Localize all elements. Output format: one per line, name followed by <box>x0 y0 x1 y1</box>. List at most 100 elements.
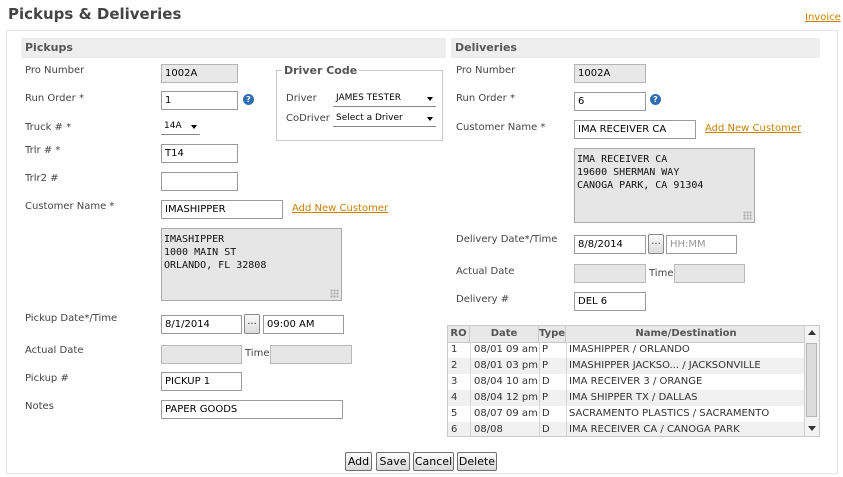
pickup-actual-time-label: Time <box>245 348 270 359</box>
pickup-time-input[interactable]: 09:00 AM <box>263 315 344 334</box>
pickup-customer-name-input[interactable]: IMASHIPPER <box>161 200 283 219</box>
pickup-actual-time-input <box>270 345 352 364</box>
pickup-date-input[interactable]: 8/1/2014 <box>161 315 242 334</box>
column-header-date[interactable]: Date <box>470 326 539 342</box>
table-row[interactable]: 4 08/04 12 pm P IMA SHIPPER TX / DALLAS <box>448 390 806 406</box>
page-title: Pickups & Deliveries <box>8 5 182 23</box>
pickup-address-textarea[interactable]: IMASHIPPER 1000 MAIN ST ORLANDO, FL 3280… <box>161 228 342 301</box>
delivery-address-textarea[interactable]: IMA RECEIVER CA 19600 SHERMAN WAY CANOGA… <box>574 148 755 223</box>
cell-name-destination: IMASHIPPER JACKSO... / JACKSONVILLE <box>569 360 761 371</box>
cell-date: 08/07 09 am <box>474 408 538 419</box>
chevron-down-icon <box>427 97 433 101</box>
delivery-datetime-label: Delivery Date*/Time <box>456 234 558 245</box>
pickup-customer-name-label: Customer Name * <box>25 201 115 212</box>
table-row[interactable]: 6 08/08 D IMA RECEIVER CA / CANOGA PARK <box>448 422 806 436</box>
trlr2-label: Trlr2 # <box>25 173 59 184</box>
deliveries-header: Deliveries <box>451 38 820 58</box>
cell-name-destination: IMA RECEIVER CA / CANOGA PARK <box>569 424 740 435</box>
help-icon[interactable]: ? <box>243 94 254 105</box>
pickup-actual-date-label: Actual Date <box>25 345 84 356</box>
pickup-number-label: Pickup # <box>25 373 69 384</box>
cell-ro: 6 <box>451 424 458 435</box>
trlr-input[interactable]: T14 <box>161 144 238 163</box>
driver-select[interactable]: JAMES TESTER <box>333 91 436 107</box>
delivery-date-input[interactable]: 8/8/2014 <box>574 235 646 254</box>
delivery-pro-number-field: 1002A <box>574 64 646 83</box>
trlr2-input[interactable] <box>161 172 238 191</box>
cell-name-destination: SACRAMENTO PLASTICS / SACRAMENTO <box>569 408 770 419</box>
delivery-time-input[interactable]: HH:MM <box>666 235 737 254</box>
delivery-customer-name-input[interactable]: IMA RECEIVER CA <box>574 120 696 139</box>
cancel-button[interactable]: Cancel <box>413 452 454 471</box>
cell-ro: 3 <box>451 376 458 387</box>
cell-type: P <box>542 344 549 355</box>
table-row[interactable]: 2 08/01 03 pm P IMASHIPPER JACKSO... / J… <box>448 358 806 374</box>
cell-ro: 2 <box>451 360 458 371</box>
trlr-label: Trlr # * <box>25 145 61 156</box>
cell-type: P <box>542 360 549 371</box>
driver-code-legend: Driver Code <box>282 64 360 77</box>
notes-input[interactable]: PAPER GOODS <box>161 400 343 419</box>
stops-table-scrollbar[interactable] <box>804 326 819 436</box>
pickup-actual-date-input <box>161 345 242 364</box>
cell-name-destination: IMA RECEIVER 3 / ORANGE <box>569 376 703 387</box>
pickup-pro-number-field: 1002A <box>161 64 238 83</box>
delivery-number-input[interactable]: DEL 6 <box>574 292 646 311</box>
table-row[interactable]: 3 08/04 10 am D IMA RECEIVER 3 / ORANGE <box>448 374 806 390</box>
delivery-add-new-customer-link[interactable]: Add New Customer <box>705 123 801 134</box>
resize-grip-icon[interactable] <box>743 211 752 220</box>
column-header-name-destination[interactable]: Name/Destination <box>566 326 806 342</box>
delivery-actual-date-input <box>574 264 646 283</box>
delivery-address-text: IMA RECEIVER CA 19600 SHERMAN WAY CANOGA… <box>577 154 704 191</box>
table-row[interactable]: 1 08/01 09 am P IMASHIPPER / ORLANDO <box>448 342 806 358</box>
pickup-date-picker-button[interactable]: ... <box>244 314 260 334</box>
delivery-run-order-input[interactable]: 6 <box>574 92 646 111</box>
chevron-down-icon <box>191 125 197 129</box>
save-button[interactable]: Save <box>376 452 410 471</box>
column-header-type[interactable]: Type <box>539 326 566 342</box>
stops-table-header: RO Date Type Name/Destination <box>448 326 806 343</box>
column-header-ro[interactable]: RO <box>448 326 470 342</box>
pickup-number-input[interactable]: PICKUP 1 <box>161 372 242 391</box>
cell-name-destination: IMASHIPPER / ORLANDO <box>569 344 690 355</box>
table-row[interactable]: 5 08/07 09 am D SACRAMENTO PLASTICS / SA… <box>448 406 806 422</box>
scrollbar-thumb[interactable] <box>806 343 817 417</box>
pickups-header: Pickups <box>21 38 446 58</box>
delete-button[interactable]: Delete <box>457 452 497 471</box>
cell-name-destination: IMA SHIPPER TX / DALLAS <box>569 392 698 403</box>
codriver-label: CoDriver <box>286 113 330 124</box>
column-divider <box>539 342 540 436</box>
truck-select[interactable]: 14A <box>161 119 200 135</box>
help-icon[interactable]: ? <box>650 94 661 105</box>
codriver-select-value: Select a Driver <box>336 113 403 123</box>
delivery-run-order-label: Run Order * <box>456 93 515 104</box>
cell-ro: 4 <box>451 392 458 403</box>
cell-ro: 5 <box>451 408 458 419</box>
driver-label: Driver <box>286 93 317 104</box>
truck-select-value: 14A <box>164 121 182 131</box>
pickup-datetime-label: Pickup Date*/Time <box>25 313 118 324</box>
delivery-pro-number-label: Pro Number <box>456 65 516 76</box>
column-divider <box>470 342 471 436</box>
delivery-customer-name-label: Customer Name * <box>456 122 546 133</box>
resize-grip-icon[interactable] <box>330 289 339 298</box>
cell-date: 08/01 03 pm <box>474 360 538 371</box>
cell-type: D <box>542 376 550 387</box>
pickup-add-new-customer-link[interactable]: Add New Customer <box>292 203 388 214</box>
cell-type: P <box>542 392 549 403</box>
pickup-pro-number-label: Pro Number <box>25 65 85 76</box>
delivery-actual-date-label: Actual Date <box>456 266 515 277</box>
add-button[interactable]: Add <box>345 452 372 471</box>
delivery-date-picker-button[interactable]: ... <box>648 234 664 254</box>
invoice-link[interactable]: Invoice <box>805 12 841 23</box>
column-divider <box>566 342 567 436</box>
codriver-select[interactable]: Select a Driver <box>333 111 436 127</box>
cell-date: 08/01 09 am <box>474 344 538 355</box>
pickup-run-order-input[interactable]: 1 <box>161 91 238 110</box>
scroll-up-icon[interactable] <box>808 330 816 335</box>
driver-select-value: JAMES TESTER <box>336 93 402 103</box>
cell-type: D <box>542 424 550 435</box>
chevron-down-icon <box>427 117 433 121</box>
scroll-down-icon[interactable] <box>808 426 816 431</box>
cell-ro: 1 <box>451 344 458 355</box>
